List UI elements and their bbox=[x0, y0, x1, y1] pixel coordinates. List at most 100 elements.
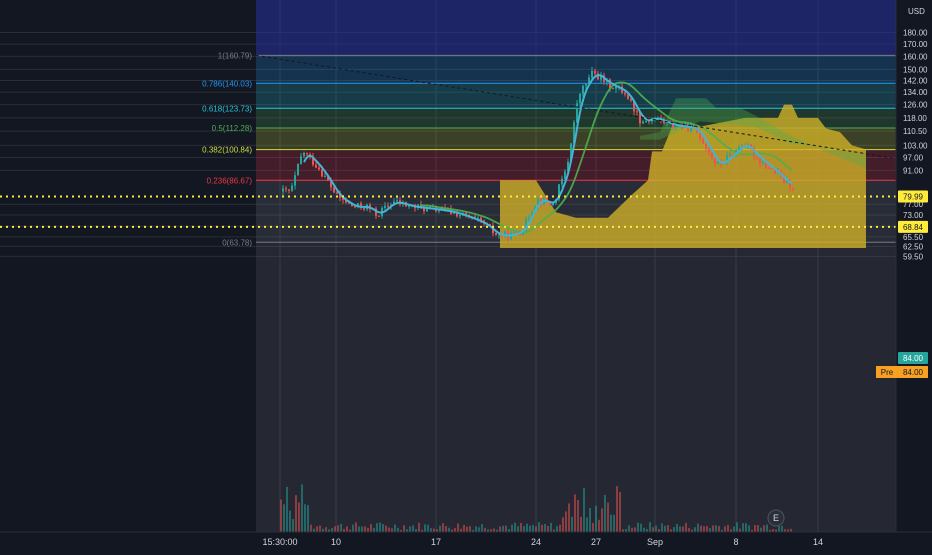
volume-bar bbox=[682, 526, 684, 532]
volume-bar bbox=[376, 523, 378, 532]
volume-bar bbox=[652, 527, 654, 532]
volume-bar bbox=[304, 504, 306, 532]
candle-body bbox=[396, 200, 398, 202]
volume-bar bbox=[523, 526, 525, 532]
volume-bar bbox=[607, 502, 609, 532]
candle bbox=[297, 163, 299, 176]
fibonacci-retracement[interactable]: 1(160.79) 0.786(140.03) 0.618(123.73) 0.5(1… bbox=[202, 0, 896, 532]
price-tick-label: 59.50 bbox=[903, 252, 924, 261]
volume-bar bbox=[655, 525, 657, 532]
volume-bar bbox=[505, 525, 507, 532]
volume-bar bbox=[478, 527, 480, 532]
volume-bar bbox=[388, 527, 390, 532]
price-tick-label: 103.00 bbox=[903, 141, 928, 150]
volume-bar bbox=[556, 526, 558, 532]
candle-body bbox=[582, 85, 584, 95]
volume-bar bbox=[571, 516, 573, 532]
candle-body bbox=[711, 152, 713, 159]
time-tick-label: 27 bbox=[591, 537, 601, 547]
earnings-marker[interactable]: E bbox=[767, 509, 785, 527]
volume-bar bbox=[337, 525, 339, 532]
volume-bar bbox=[514, 522, 516, 532]
volume-bar bbox=[742, 523, 744, 532]
volume-bar bbox=[367, 527, 369, 532]
volume-bar bbox=[457, 523, 459, 532]
volume-bar bbox=[745, 523, 747, 532]
volume-bar bbox=[673, 526, 675, 532]
candle-body bbox=[315, 164, 317, 168]
candle-body bbox=[300, 156, 302, 164]
volume-bar bbox=[346, 526, 348, 532]
volume-bar bbox=[724, 526, 726, 532]
volume-bar bbox=[430, 528, 432, 532]
volume-bar bbox=[604, 494, 606, 532]
time-tick-label: 10 bbox=[331, 537, 341, 547]
candle-body bbox=[495, 233, 497, 236]
candle-body bbox=[294, 175, 296, 186]
volume-bar bbox=[334, 526, 336, 532]
volume-bar bbox=[394, 524, 396, 532]
volume-bar bbox=[685, 522, 687, 532]
volume-bar bbox=[700, 525, 702, 532]
volume-bar bbox=[547, 525, 549, 532]
volume-bar bbox=[760, 527, 762, 532]
candle-body bbox=[636, 111, 638, 113]
price-tick-label: 170.00 bbox=[903, 40, 928, 49]
price-tick-label: 118.00 bbox=[903, 114, 927, 123]
candle-body bbox=[594, 70, 596, 74]
time-axis-panel[interactable] bbox=[0, 532, 932, 550]
volume-bar bbox=[391, 528, 393, 532]
volume-bar bbox=[529, 525, 531, 532]
volume-bar bbox=[544, 523, 546, 532]
candle-body bbox=[321, 169, 323, 177]
pre-value: 84.00 bbox=[903, 368, 924, 377]
volume-bar bbox=[484, 527, 486, 532]
candle-body bbox=[630, 99, 632, 101]
candle-body bbox=[768, 167, 770, 169]
last-price-badge: 84.00 bbox=[898, 352, 928, 364]
price-tick-label: 160.00 bbox=[903, 52, 928, 61]
fib-label: 0(63.78) bbox=[222, 238, 252, 247]
price-tick-label: 91.00 bbox=[903, 166, 924, 175]
candle-body bbox=[579, 94, 581, 104]
volume-bar bbox=[664, 525, 666, 532]
volume-bar bbox=[526, 523, 528, 532]
volume-bar bbox=[583, 488, 585, 532]
chart-root[interactable]: 1(160.79) 0.786(140.03) 0.618(123.73) 0.5(1… bbox=[0, 0, 932, 550]
volume-bar bbox=[679, 526, 681, 532]
fib-zone-extension bbox=[256, 0, 896, 56]
volume-bar bbox=[307, 505, 309, 532]
candle-body bbox=[612, 87, 614, 89]
candle-body bbox=[564, 171, 566, 179]
time-tick-label: 17 bbox=[431, 537, 441, 547]
candle-body bbox=[384, 205, 386, 209]
volume-bar bbox=[340, 523, 342, 532]
volume-bar bbox=[448, 527, 450, 532]
volume-bar bbox=[475, 526, 477, 532]
volume-bar bbox=[703, 526, 705, 532]
price-tick-label: 180.00 bbox=[903, 29, 928, 38]
candle-body bbox=[759, 157, 761, 164]
candle-body bbox=[591, 70, 593, 78]
volume-bar bbox=[319, 525, 321, 532]
price-tick-label: 142.00 bbox=[903, 76, 928, 85]
volume-bar bbox=[661, 523, 663, 532]
price-tick-label: 150.00 bbox=[903, 65, 928, 74]
price-chart[interactable]: 1(160.79) 0.786(140.03) 0.618(123.73) 0.5(1… bbox=[0, 0, 932, 550]
price-tick-label: 73.00 bbox=[903, 211, 924, 220]
candle-body bbox=[624, 92, 626, 95]
volume-bar bbox=[763, 525, 765, 532]
candle-body bbox=[729, 154, 731, 156]
volume-bar bbox=[595, 505, 597, 532]
volume-bar bbox=[736, 522, 738, 532]
fib-zone-0.786 bbox=[256, 55, 896, 84]
candle-body bbox=[297, 163, 299, 176]
volume-bar bbox=[301, 484, 303, 532]
fib-label: 0.786(140.03) bbox=[202, 79, 252, 88]
volume-bar bbox=[520, 522, 522, 532]
volume-bar bbox=[565, 511, 567, 532]
volume-bar bbox=[733, 526, 735, 532]
fib-label: 0.382(100.84) bbox=[202, 146, 252, 155]
candle-body bbox=[714, 158, 716, 164]
volume-bar bbox=[499, 526, 501, 532]
